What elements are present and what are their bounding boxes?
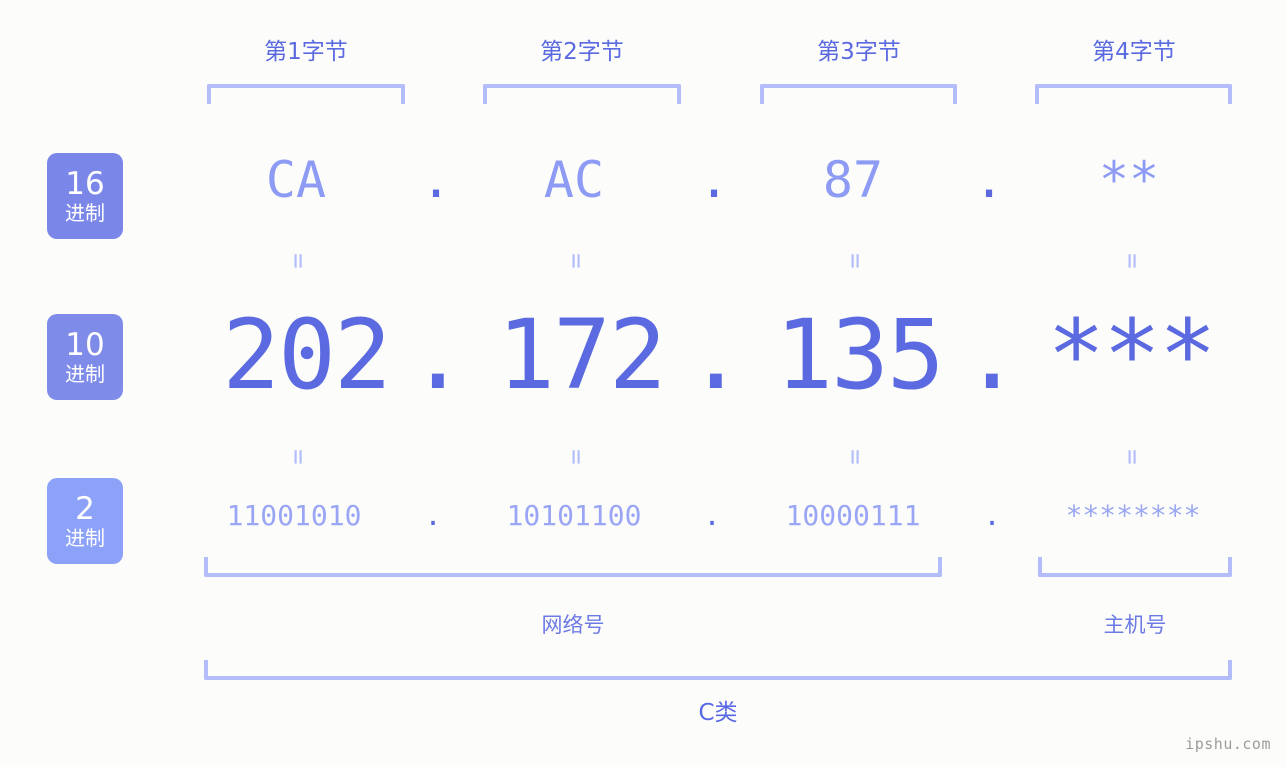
byte-bracket-3 bbox=[760, 84, 957, 104]
equals-sign-dec-bin-2: = bbox=[561, 449, 591, 465]
radix-badge-hex: 16 进制 bbox=[47, 153, 123, 239]
equals-sign-dec-bin-3: = bbox=[840, 449, 870, 465]
dec-byte-4: *** bbox=[1047, 299, 1216, 411]
radix-badge-hex-word: 进制 bbox=[65, 201, 105, 225]
radix-badge-bin-number: 2 bbox=[75, 491, 95, 527]
dec-byte-1: 202 bbox=[222, 299, 391, 411]
radix-badge-bin-word: 进制 bbox=[65, 526, 105, 550]
dec-separator-1: . bbox=[409, 299, 467, 411]
ip-class-bracket bbox=[204, 660, 1232, 680]
ip-class-label: C类 bbox=[698, 700, 738, 726]
hex-byte-1: CA bbox=[265, 151, 327, 209]
byte-header-label-3: 第3字节 bbox=[817, 39, 901, 65]
byte-header-label-1: 第1字节 bbox=[264, 39, 348, 65]
bin-byte-3: 10000111 bbox=[785, 499, 921, 532]
dec-separator-2: . bbox=[687, 299, 745, 411]
hex-separator-1: . bbox=[420, 151, 452, 209]
bin-separator-2: . bbox=[703, 499, 721, 532]
byte-bracket-1 bbox=[207, 84, 405, 104]
equals-sign-hex-dec-2: = bbox=[561, 253, 591, 269]
hex-separator-2: . bbox=[698, 151, 730, 209]
dec-byte-2: 172 bbox=[497, 299, 666, 411]
dec-byte-3: 135 bbox=[775, 299, 944, 411]
equals-sign-hex-dec-3: = bbox=[840, 253, 870, 269]
radix-badge-dec-word: 进制 bbox=[65, 362, 105, 386]
radix-badge-dec-number: 10 bbox=[65, 327, 105, 363]
byte-header-label-2: 第2字节 bbox=[540, 39, 624, 65]
network-portion-label: 网络号 bbox=[541, 613, 605, 637]
network-portion-bracket bbox=[204, 557, 942, 577]
host-portion-bracket bbox=[1038, 557, 1232, 577]
ip-address-breakdown-diagram: 第1字节 第2字节 第3字节 第4字节 16 进制 10 进制 2 进制 CA … bbox=[0, 0, 1285, 767]
bin-separator-1: . bbox=[424, 499, 442, 532]
bin-byte-4: ******** bbox=[1065, 499, 1201, 532]
equals-sign-dec-bin-4: = bbox=[1117, 449, 1147, 465]
byte-bracket-2 bbox=[483, 84, 681, 104]
radix-badge-dec: 10 进制 bbox=[47, 314, 123, 400]
hex-byte-4: ** bbox=[1098, 151, 1160, 209]
equals-sign-dec-bin-1: = bbox=[283, 449, 313, 465]
byte-header-label-4: 第4字节 bbox=[1092, 39, 1176, 65]
equals-sign-hex-dec-1: = bbox=[283, 253, 313, 269]
bin-separator-3: . bbox=[983, 499, 1001, 532]
equals-sign-hex-dec-4: = bbox=[1117, 253, 1147, 269]
byte-bracket-4 bbox=[1035, 84, 1232, 104]
radix-badge-bin: 2 进制 bbox=[47, 478, 123, 564]
dec-separator-3: . bbox=[963, 299, 1021, 411]
hex-byte-3: 87 bbox=[822, 151, 884, 209]
bin-byte-2: 10101100 bbox=[506, 499, 642, 532]
hex-byte-2: AC bbox=[543, 151, 605, 209]
hex-separator-3: . bbox=[973, 151, 1005, 209]
radix-badge-hex-number: 16 bbox=[65, 166, 105, 202]
bin-byte-1: 11001010 bbox=[226, 499, 362, 532]
site-watermark: ipshu.com bbox=[1185, 735, 1271, 753]
host-portion-label: 主机号 bbox=[1103, 613, 1167, 637]
